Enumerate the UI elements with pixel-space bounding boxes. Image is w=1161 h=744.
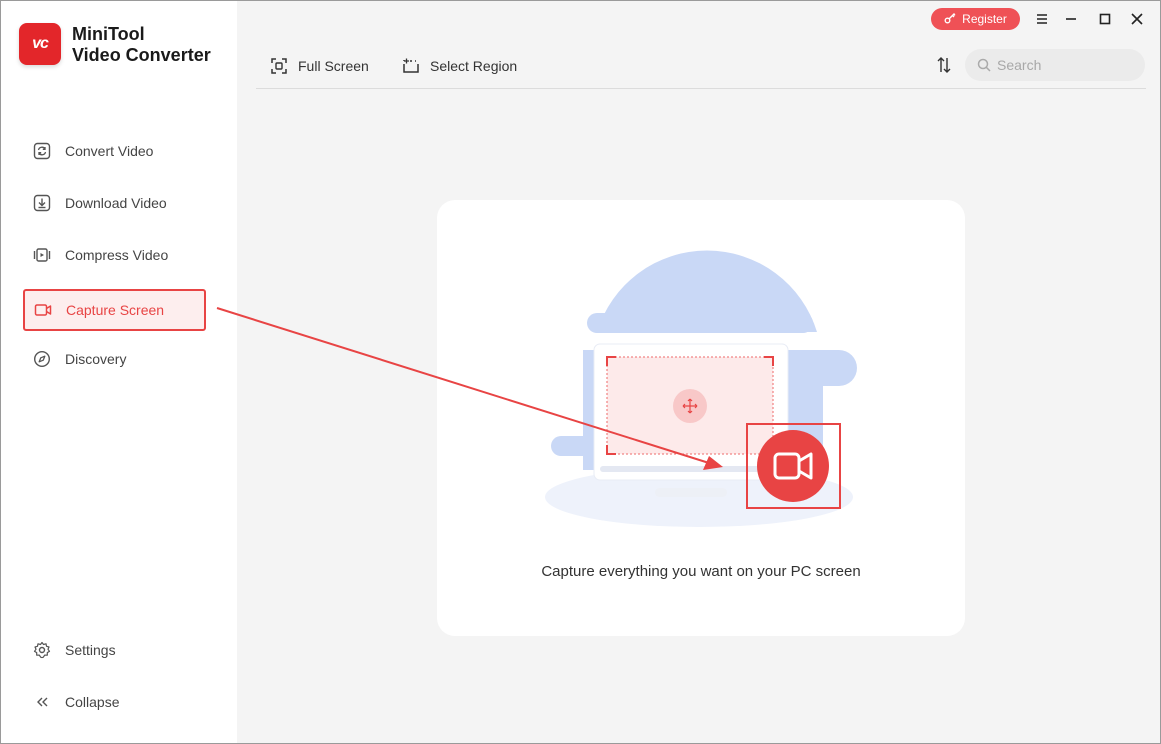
sort-icon [937,57,951,73]
minimize-button[interactable] [1061,9,1081,29]
convert-icon [33,142,51,160]
record-button[interactable] [757,430,829,502]
double-chevron-left-icon [33,693,51,711]
search-icon [977,58,991,72]
close-button[interactable] [1127,9,1147,29]
app-logo: vc [19,23,61,65]
app-title-line2: Video Converter [72,45,211,65]
full-screen-icon [270,57,288,75]
app-title: MiniTool Video Converter [72,24,211,66]
sidebar-item-discovery[interactable]: Discovery [25,339,205,379]
register-button[interactable]: Register [931,8,1020,30]
minimize-icon [1066,18,1076,20]
collapse-button[interactable]: Collapse [25,682,205,722]
close-icon [1131,13,1143,25]
capture-caption: Capture everything you want on your PC s… [541,563,861,580]
compass-icon [33,350,51,368]
search-box[interactable] [965,49,1145,81]
hamburger-icon [1037,14,1047,24]
sidebar-item-capture-screen[interactable]: Capture Screen [23,289,206,331]
download-icon [33,194,51,212]
maximize-button[interactable] [1095,9,1115,29]
key-icon [944,12,956,27]
settings-button[interactable]: Settings [25,630,205,670]
capture-icon [34,301,52,319]
sidebar-item-label: Download Video [65,195,167,211]
sidebar-item-download-video[interactable]: Download Video [25,183,205,223]
select-region-button[interactable]: Select Region [402,55,517,77]
app-window: vc MiniTool Video Converter Convert Vide… [0,0,1161,744]
full-screen-button[interactable]: Full Screen [270,55,369,77]
settings-label: Settings [65,642,116,658]
select-region-icon [402,57,420,75]
search-input[interactable] [997,57,1137,73]
app-title-line1: MiniTool [72,24,145,44]
compress-icon [33,246,51,264]
register-label: Register [962,12,1007,26]
menu-button[interactable] [1032,9,1052,29]
sort-button[interactable] [934,55,954,75]
logo-text: vc [32,35,49,52]
select-region-label: Select Region [430,58,518,74]
sidebar-item-label: Convert Video [65,143,154,159]
sidebar-item-compress-video[interactable]: Compress Video [25,235,205,275]
full-screen-label: Full Screen [298,58,369,74]
sidebar-item-convert-video[interactable]: Convert Video [25,131,205,171]
capture-illustration [545,250,857,527]
sidebar: vc MiniTool Video Converter Convert Vide… [1,1,237,743]
sidebar-item-label: Compress Video [65,247,169,263]
capture-card: Capture everything you want on your PC s… [437,200,965,636]
sidebar-item-label: Capture Screen [66,302,165,318]
collapse-label: Collapse [65,694,120,710]
sidebar-item-label: Discovery [65,351,127,367]
gear-icon [33,641,51,659]
maximize-icon [1099,13,1111,25]
